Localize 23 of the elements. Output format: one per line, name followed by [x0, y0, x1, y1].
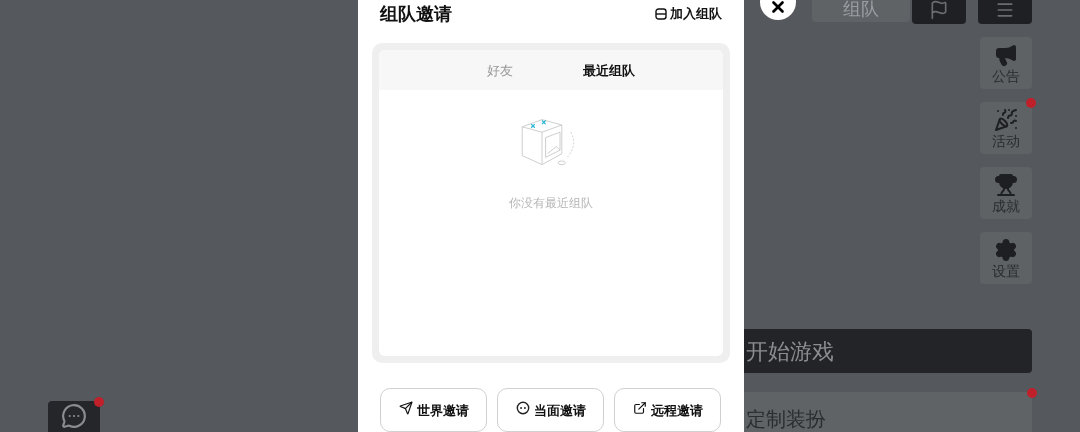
- party-popper-icon: [994, 107, 1018, 132]
- team-tab[interactable]: 组队: [812, 0, 910, 22]
- tab[interactable]: 最近组队: [583, 60, 635, 80]
- menu-button[interactable]: [978, 0, 1032, 24]
- invite-button[interactable]: 当面邀请: [497, 388, 604, 432]
- trophy-icon: [994, 172, 1018, 197]
- megaphone-icon: [994, 42, 1018, 67]
- settings-icon: [994, 237, 1018, 262]
- face-icon: [515, 401, 530, 415]
- chat-bubble-icon: [61, 403, 87, 429]
- flag-button[interactable]: [912, 0, 966, 24]
- close-icon: [769, 0, 787, 16]
- invite-button[interactable]: 远程邀请: [614, 388, 721, 432]
- share-icon: [632, 401, 647, 415]
- send-icon: [398, 401, 413, 415]
- dialog-title: 组队邀请: [380, 2, 452, 27]
- tab[interactable]: 好友: [487, 60, 513, 80]
- flag-icon: [929, 0, 949, 20]
- invite-button[interactable]: 世界邀请: [380, 388, 487, 432]
- empty-message: 你没有最近组队: [509, 195, 593, 213]
- join-icon: [655, 7, 667, 20]
- join-team-link[interactable]: 加入组队: [655, 3, 722, 24]
- chat-button[interactable]: [48, 401, 100, 432]
